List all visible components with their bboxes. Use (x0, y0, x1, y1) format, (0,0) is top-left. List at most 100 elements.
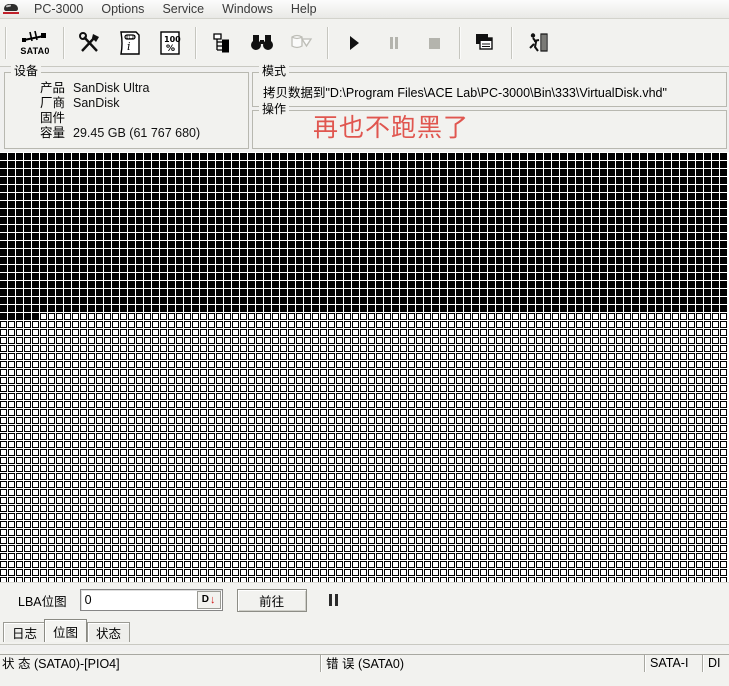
bitmap-cell[interactable] (600, 337, 607, 344)
bitmap-cell[interactable] (344, 329, 351, 336)
pause-button[interactable] (376, 22, 412, 64)
bitmap-cell[interactable] (256, 521, 263, 528)
bitmap-cell[interactable] (624, 273, 631, 280)
bitmap-cell[interactable] (328, 217, 335, 224)
bitmap-cell[interactable] (280, 385, 287, 392)
bitmap-cell[interactable] (704, 185, 711, 192)
bitmap-cell[interactable] (504, 265, 511, 272)
bitmap-cell[interactable] (184, 537, 191, 544)
bitmap-cell[interactable] (80, 361, 87, 368)
bitmap-cell[interactable] (576, 449, 583, 456)
bitmap-cell[interactable] (288, 529, 295, 536)
bitmap-cell[interactable] (376, 433, 383, 440)
bitmap-cell[interactable] (376, 393, 383, 400)
bitmap-cell[interactable] (368, 529, 375, 536)
bitmap-cell[interactable] (8, 457, 15, 464)
bitmap-cell[interactable] (40, 537, 47, 544)
bitmap-cell[interactable] (544, 297, 551, 304)
bitmap-cell[interactable] (632, 417, 639, 424)
bitmap-cell[interactable] (224, 465, 231, 472)
bitmap-cell[interactable] (552, 425, 559, 432)
bitmap-cell[interactable] (240, 249, 247, 256)
bitmap-cell[interactable] (328, 417, 335, 424)
bitmap-cell[interactable] (608, 313, 615, 320)
bitmap-cell[interactable] (576, 425, 583, 432)
bitmap-cell[interactable] (296, 297, 303, 304)
bitmap-cell[interactable] (584, 561, 591, 568)
bitmap-cell[interactable] (688, 489, 695, 496)
bitmap-cell[interactable] (24, 513, 31, 520)
bitmap-cell[interactable] (280, 193, 287, 200)
bitmap-cell[interactable] (80, 177, 87, 184)
bitmap-cell[interactable] (672, 393, 679, 400)
bitmap-cell[interactable] (696, 281, 703, 288)
bitmap-cell[interactable] (712, 529, 719, 536)
bitmap-cell[interactable] (16, 449, 23, 456)
bitmap-cell[interactable] (104, 345, 111, 352)
bitmap-cell[interactable] (536, 153, 543, 160)
bitmap-cell[interactable] (352, 241, 359, 248)
bitmap-cell[interactable] (336, 417, 343, 424)
bitmap-cell[interactable] (0, 369, 7, 376)
bitmap-cell[interactable] (136, 153, 143, 160)
bitmap-cell[interactable] (8, 225, 15, 232)
bitmap-cell[interactable] (648, 241, 655, 248)
bitmap-cell[interactable] (392, 377, 399, 384)
bitmap-cell[interactable] (488, 289, 495, 296)
bitmap-cell[interactable] (32, 177, 39, 184)
bitmap-cell[interactable] (360, 457, 367, 464)
bitmap-cell[interactable] (640, 553, 647, 560)
bitmap-cell[interactable] (624, 489, 631, 496)
bitmap-cell[interactable] (552, 457, 559, 464)
bitmap-cell[interactable] (680, 449, 687, 456)
bitmap-cell[interactable] (720, 529, 727, 536)
bitmap-cell[interactable] (704, 353, 711, 360)
bitmap-cell[interactable] (720, 521, 727, 528)
bitmap-cell[interactable] (672, 273, 679, 280)
bitmap-cell[interactable] (480, 209, 487, 216)
bitmap-cell[interactable] (584, 377, 591, 384)
bitmap-cell[interactable] (488, 169, 495, 176)
bitmap-cell[interactable] (40, 369, 47, 376)
bitmap-cell[interactable] (208, 153, 215, 160)
bitmap-cell[interactable] (32, 465, 39, 472)
bitmap-cell[interactable] (568, 177, 575, 184)
bitmap-cell[interactable] (248, 337, 255, 344)
bitmap-cell[interactable] (496, 465, 503, 472)
bitmap-cell[interactable] (240, 529, 247, 536)
bitmap-cell[interactable] (656, 401, 663, 408)
bitmap-cell[interactable] (496, 481, 503, 488)
bitmap-cell[interactable] (712, 353, 719, 360)
start-button[interactable] (336, 22, 372, 64)
bitmap-cell[interactable] (376, 209, 383, 216)
bitmap-cell[interactable] (616, 505, 623, 512)
bitmap-cell[interactable] (184, 177, 191, 184)
bitmap-cell[interactable] (48, 385, 55, 392)
bitmap-cell[interactable] (640, 313, 647, 320)
bitmap-cell[interactable] (8, 289, 15, 296)
bitmap-cell[interactable] (440, 465, 447, 472)
bitmap-cell[interactable] (336, 297, 343, 304)
bitmap-cell[interactable] (80, 449, 87, 456)
menu-help[interactable]: Help (282, 1, 326, 17)
bitmap-cell[interactable] (560, 465, 567, 472)
bitmap-cell[interactable] (656, 345, 663, 352)
bitmap-cell[interactable] (232, 161, 239, 168)
bitmap-cell[interactable] (296, 321, 303, 328)
bitmap-cell[interactable] (272, 529, 279, 536)
bitmap-cell[interactable] (424, 305, 431, 312)
bitmap-cell[interactable] (696, 321, 703, 328)
bitmap-cell[interactable] (520, 505, 527, 512)
bitmap-cell[interactable] (584, 537, 591, 544)
bitmap-cell[interactable] (272, 369, 279, 376)
bitmap-cell[interactable] (448, 289, 455, 296)
bitmap-cell[interactable] (696, 417, 703, 424)
bitmap-cell[interactable] (528, 393, 535, 400)
bitmap-cell[interactable] (528, 481, 535, 488)
bitmap-cell[interactable] (568, 449, 575, 456)
bitmap-cell[interactable] (512, 369, 519, 376)
bitmap-cell[interactable] (200, 561, 207, 568)
bitmap-cell[interactable] (168, 457, 175, 464)
bitmap-cell[interactable] (664, 561, 671, 568)
bitmap-cell[interactable] (648, 465, 655, 472)
